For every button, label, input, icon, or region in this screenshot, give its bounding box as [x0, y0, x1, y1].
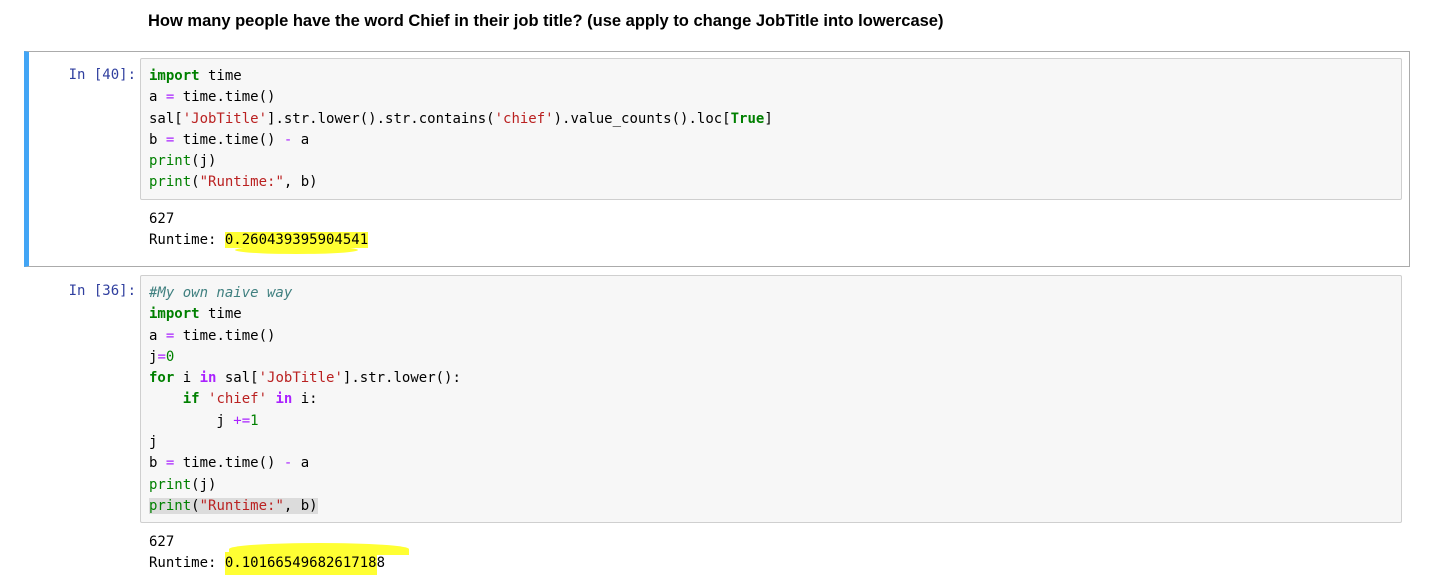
output-count: 627: [149, 211, 175, 227]
runtime-value: 0.260439395904541: [224, 232, 369, 249]
runtime-label: Runtime:: [149, 555, 225, 572]
runtime-value-rest: 8: [376, 555, 386, 572]
output-count: 627: [149, 534, 175, 550]
code-editor[interactable]: #My own naive way import time a = time.t…: [149, 283, 461, 517]
code-editor[interactable]: import time a = time.time() sal['JobTitl…: [149, 66, 773, 194]
markdown-heading: How many people have the word Chief in t…: [148, 12, 944, 30]
cell-prompt: In [40]:: [68, 67, 136, 83]
cell-prompt: In [36]:: [68, 283, 136, 299]
runtime-value-highlighted: 0.1016654968261718: [224, 555, 377, 572]
runtime-label: Runtime:: [149, 232, 225, 249]
cell-output: 627 Runtime: 0.260439395904541: [149, 209, 369, 252]
cell-output: 627 Runtime: 0.10166549682617188: [149, 532, 385, 575]
